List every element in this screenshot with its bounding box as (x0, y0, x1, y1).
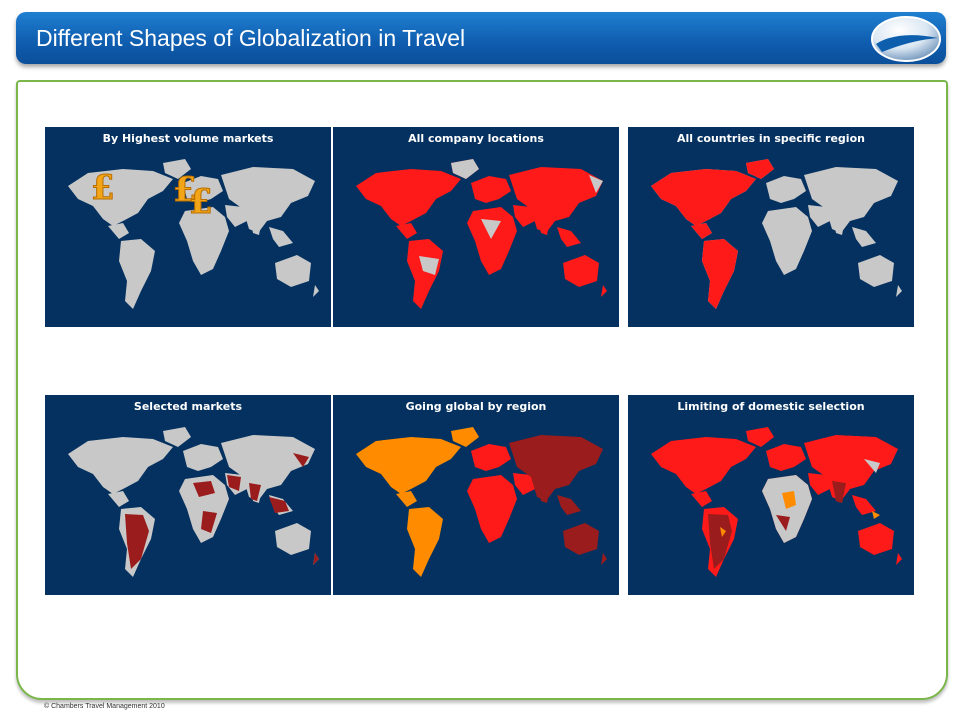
panel-title: Limiting of domestic selection (677, 400, 865, 413)
pound-sign-icon: £ (189, 182, 213, 222)
company-logo-icon (871, 16, 941, 62)
world-map: £ £ £ (53, 151, 323, 321)
panel-title: By Highest volume markets (102, 132, 274, 145)
title-bar: Different Shapes of Globalization in Tra… (16, 12, 946, 64)
panel-going-global-by-region: Going global by region (333, 395, 619, 595)
world-map (341, 159, 611, 321)
world-map (356, 427, 607, 577)
panel-limiting-domestic-selection: Limiting of domestic selection (628, 395, 914, 595)
slide-title: Different Shapes of Globalization in Tra… (36, 25, 466, 51)
panel-title: All countries in specific region (677, 132, 865, 145)
world-map (636, 419, 906, 589)
world-map (651, 159, 906, 309)
panel-selected-markets: Selected markets (45, 395, 331, 595)
panel-title: Going global by region (405, 400, 547, 413)
panel-title: Selected markets (133, 400, 243, 413)
panel-title: All company locations (408, 132, 544, 145)
copyright-footer: © Chambers Travel Management 2010 (44, 703, 165, 710)
panel-specific-region: All countries in specific region (628, 127, 914, 327)
world-map (53, 419, 319, 589)
panel-highest-volume-markets: By Highest volume markets £ £ £ (45, 127, 331, 327)
pound-sign-icon: £ (91, 168, 115, 208)
panel-all-company-locations: All company locations (333, 127, 619, 327)
